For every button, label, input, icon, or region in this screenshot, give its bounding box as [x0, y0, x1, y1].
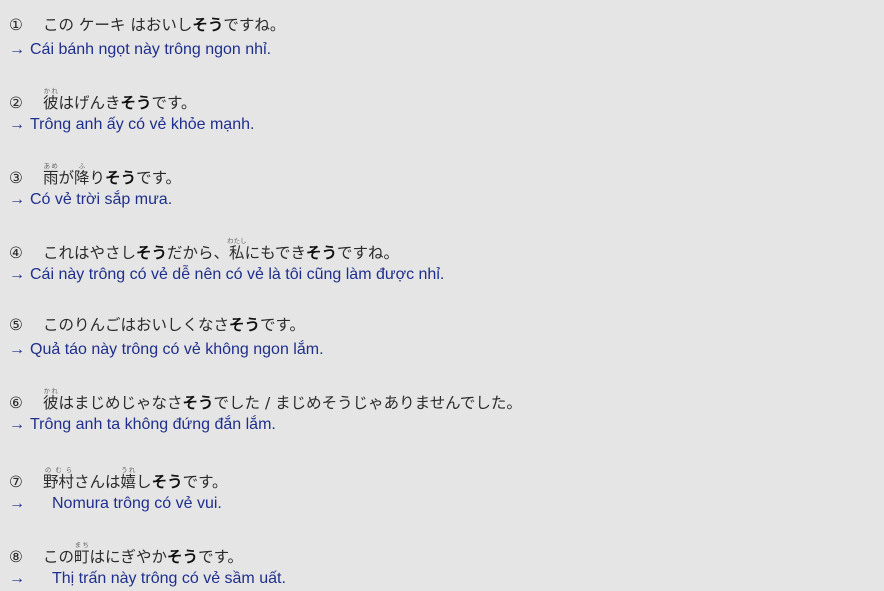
- kanji-with-furigana: 雨あめ: [43, 163, 59, 187]
- translation-text: Nomura trông có vẻ vui.: [52, 495, 222, 512]
- vietnamese-translation: → Thị trấn này trông có vẻ sầm uất.: [9, 567, 286, 591]
- vietnamese-translation: → Có vẻ trời sắp mưa.: [9, 188, 172, 212]
- translation-text: Trông anh ấy có vẻ khỏe mạnh.: [30, 116, 255, 133]
- translation-text: Trông anh ta không đứng đắn lắm.: [30, 416, 276, 433]
- translation-text: Quả táo này trông có vẻ không ngon lắm.: [30, 341, 324, 358]
- kanji: 彼: [43, 394, 59, 412]
- vietnamese-translation: → Trông anh ta không đứng đắn lắm.: [9, 413, 276, 437]
- example-number: ⑤: [9, 316, 23, 334]
- japanese-sentence: ② 彼かれはげんきそうです。: [9, 87, 197, 113]
- furigana: まち: [74, 541, 90, 549]
- furigana: わたし: [227, 237, 247, 245]
- kanji: 町: [74, 548, 90, 566]
- grammar-highlight: そう: [136, 244, 168, 262]
- grammar-highlight: そう: [182, 394, 214, 412]
- vietnamese-translation: → Quả táo này trông có vẻ không ngon lắm.: [9, 338, 324, 362]
- sentence-segment: はげんき: [58, 94, 121, 112]
- sentence-segment: このりんごはおいしくなさ: [43, 316, 230, 334]
- grammar-highlight: そう: [167, 548, 199, 566]
- arrow-icon: →: [9, 341, 25, 358]
- furigana: のむら: [43, 466, 74, 474]
- vietnamese-translation: → Nomura trông có vẻ vui.: [9, 492, 222, 516]
- sentence-segment: この ケーキ はおいし: [43, 16, 193, 34]
- japanese-sentence: ⑧ この町まちはにぎやかそうです。: [9, 541, 243, 567]
- japanese-sentence: ③ 雨あめが降ふりそうです。: [9, 162, 181, 188]
- sentence-segment: です。: [136, 169, 182, 187]
- sentence-segment: です。: [151, 94, 197, 112]
- arrow-icon: →: [9, 41, 25, 58]
- sentence-segment: でした / まじめそうじゃありませんでした。: [213, 394, 522, 412]
- kanji: 嬉: [120, 473, 137, 491]
- arrow-icon: →: [9, 116, 25, 133]
- japanese-sentence: ⑤ このりんごはおいしくなさそうです。: [9, 312, 305, 338]
- japanese-sentence: ⑥ 彼かれはまじめじゃなさそうでした / まじめそうじゃありませんでした。: [9, 387, 522, 413]
- grammar-highlight: そう: [105, 169, 137, 187]
- japanese-sentence: ④ これはやさしそうだから、私わたしにもできそうですね。: [9, 237, 399, 263]
- translation-text: Cái này trông có vẻ dễ nên có vẻ là tôi …: [30, 266, 445, 283]
- arrow-icon: →: [9, 191, 25, 208]
- kanji-with-furigana: 野村のむら: [43, 467, 75, 491]
- kanji: 野村: [43, 473, 75, 491]
- grammar-highlight: そう: [151, 473, 183, 491]
- sentence-segment: が: [58, 169, 75, 187]
- furigana: かれ: [43, 87, 59, 95]
- kanji-with-furigana: 彼かれ: [43, 88, 59, 112]
- sentence-segment: さんは: [74, 473, 121, 491]
- grammar-highlight: そう: [305, 244, 337, 262]
- japanese-sentence: ⑦ 野村のむらさんは嬉うれしそうです。: [9, 466, 228, 492]
- furigana: あめ: [43, 162, 59, 170]
- arrow-icon: →: [9, 570, 25, 587]
- kanji: 雨: [43, 169, 59, 187]
- arrow-icon: →: [9, 266, 25, 283]
- sentence-segment: ですね。: [336, 244, 399, 262]
- sentence-segment: です。: [182, 473, 228, 491]
- kanji-with-furigana: 彼かれ: [43, 388, 59, 412]
- japanese-sentence: ① この ケーキ はおいしそうですね。: [9, 12, 285, 38]
- sentence-segment: にもでき: [244, 244, 306, 262]
- sentence-segment: はにぎやか: [89, 548, 168, 566]
- furigana: ふ: [74, 162, 90, 170]
- sentence-segment: この: [43, 548, 75, 566]
- kanji-with-furigana: 私わたし: [227, 238, 247, 262]
- grammar-highlight: そう: [120, 94, 152, 112]
- sentence-segment: はまじめじゃなさ: [58, 394, 183, 412]
- sentence-segment: これはやさし: [43, 244, 137, 262]
- sentence-segment: です。: [260, 316, 305, 334]
- translation-text: Thị trấn này trông có vẻ sầm uất.: [52, 570, 286, 587]
- arrow-icon: →: [9, 495, 25, 512]
- furigana: うれ: [120, 466, 137, 474]
- kanji-with-furigana: 降ふ: [74, 163, 90, 187]
- grammar-highlight: そう: [192, 16, 224, 34]
- sentence-segment: です。: [198, 548, 244, 566]
- translation-text: Có vẻ trời sắp mưa.: [30, 191, 173, 208]
- sentence-segment: ですね。: [223, 16, 286, 34]
- arrow-icon: →: [9, 416, 25, 433]
- grammar-highlight: そう: [229, 316, 261, 334]
- kanji-with-furigana: 嬉うれ: [120, 467, 137, 491]
- kanji-with-furigana: 町まち: [74, 542, 90, 566]
- kanji: 彼: [43, 94, 59, 112]
- furigana: かれ: [43, 387, 59, 395]
- sentence-segment: だから、: [167, 244, 230, 262]
- vietnamese-translation: → Cái bánh ngọt này trông ngon nhỉ.: [9, 38, 271, 62]
- page: { "entries": [ { "num": "①", "jp": [ {"t…: [0, 0, 884, 590]
- kanji: 降: [74, 169, 90, 187]
- vietnamese-translation: → Trông anh ấy có vẻ khỏe mạnh.: [9, 113, 254, 137]
- vietnamese-translation: → Cái này trông có vẻ dễ nên có vẻ là tôi…: [9, 263, 444, 287]
- sentence-segment: り: [89, 169, 106, 187]
- example-number: ①: [9, 16, 23, 34]
- translation-text: Cái bánh ngọt này trông ngon nhỉ.: [30, 41, 272, 58]
- sentence-segment: し: [136, 473, 152, 491]
